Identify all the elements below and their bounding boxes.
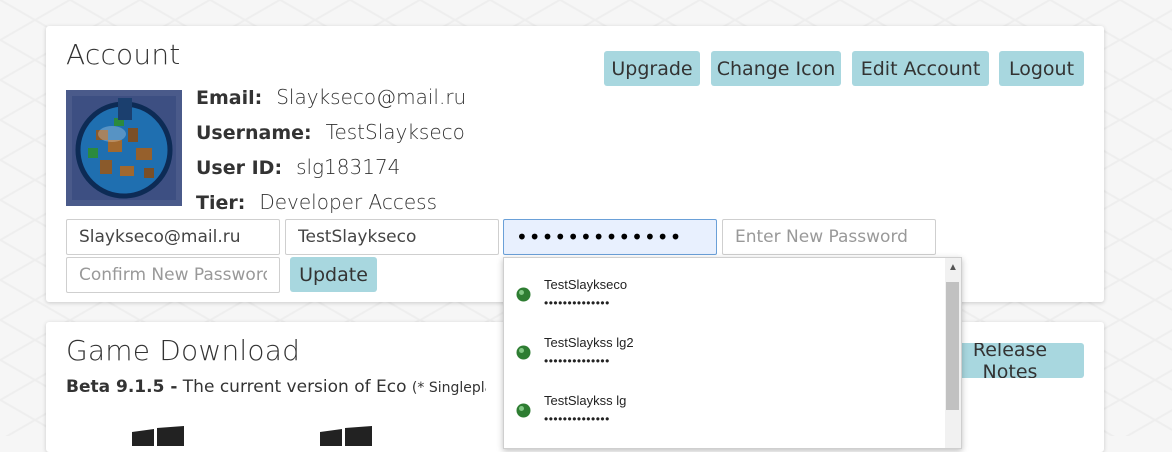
- scroll-thumb[interactable]: [946, 282, 959, 410]
- autofill-password: ••••••••••••••: [544, 412, 610, 426]
- userid-info: User ID: slg183174: [196, 155, 400, 179]
- confirm-password-field[interactable]: [66, 257, 280, 293]
- avatar: [66, 90, 182, 206]
- singleplayer-note: (* Singleplayer not su: [411, 380, 486, 396]
- password-field[interactable]: [503, 219, 717, 255]
- logout-button[interactable]: Logout: [999, 51, 1084, 86]
- email-info: Email: Slaykseco@mail.ru: [196, 85, 466, 109]
- new-password-field[interactable]: [722, 219, 936, 255]
- autofill-password: ••••••••••••••: [544, 354, 610, 368]
- change-icon-button[interactable]: Change Icon: [711, 51, 841, 86]
- windows-icon[interactable]: [130, 426, 186, 446]
- userid-value: slg183174: [296, 155, 401, 179]
- username-info: Username: TestSlaykseco: [196, 120, 465, 144]
- version-label: Beta 9.1.5 -: [66, 377, 178, 397]
- tier-label: Tier:: [196, 192, 246, 214]
- update-button[interactable]: Update: [290, 257, 377, 292]
- globe-icon: [516, 403, 531, 418]
- email-value: Slaykseco@mail.ru: [276, 85, 467, 109]
- email-field[interactable]: [66, 219, 280, 255]
- autofill-password: ••••••••••••••: [544, 296, 610, 310]
- globe-icon: [516, 287, 531, 302]
- username-label: Username:: [196, 122, 312, 144]
- autofill-username: TestSlaykseco: [544, 277, 628, 292]
- game-download-title: Game Download: [66, 334, 301, 367]
- autofill-username: TestSlaykss lg: [544, 393, 627, 408]
- release-notes-button[interactable]: Release Notes: [948, 343, 1084, 378]
- version-line: Beta 9.1.5 - The current version of Eco …: [66, 377, 486, 397]
- tier-value: Developer Access: [259, 190, 438, 214]
- account-title: Account: [66, 38, 181, 71]
- autofill-item[interactable]: TestSlaykseco ••••••••••••••: [504, 258, 942, 316]
- upgrade-button[interactable]: Upgrade: [604, 51, 700, 86]
- username-field[interactable]: [285, 219, 499, 255]
- windows-icon[interactable]: [318, 426, 374, 446]
- password-autofill-dropdown[interactable]: TestSlaykseco •••••••••••••• TestSlaykss…: [503, 257, 962, 449]
- autofill-scrollbar[interactable]: ▲: [945, 258, 961, 448]
- email-label: Email:: [196, 87, 263, 109]
- version-description: The current version of Eco: [182, 377, 407, 397]
- scroll-up-icon[interactable]: ▲: [945, 262, 961, 276]
- username-value: TestSlaykseco: [325, 120, 465, 144]
- userid-label: User ID:: [196, 157, 283, 179]
- autofill-item[interactable]: TestSlaykss lg ••••••••••••••: [504, 374, 942, 432]
- tier-info: Tier: Developer Access: [196, 190, 437, 214]
- autofill-item[interactable]: TestSlaykss lg2 ••••••••••••••: [504, 316, 942, 374]
- globe-avatar-icon: [66, 90, 182, 206]
- globe-icon: [516, 345, 531, 360]
- autofill-username: TestSlaykss lg2: [544, 335, 634, 350]
- edit-account-button[interactable]: Edit Account: [852, 51, 989, 86]
